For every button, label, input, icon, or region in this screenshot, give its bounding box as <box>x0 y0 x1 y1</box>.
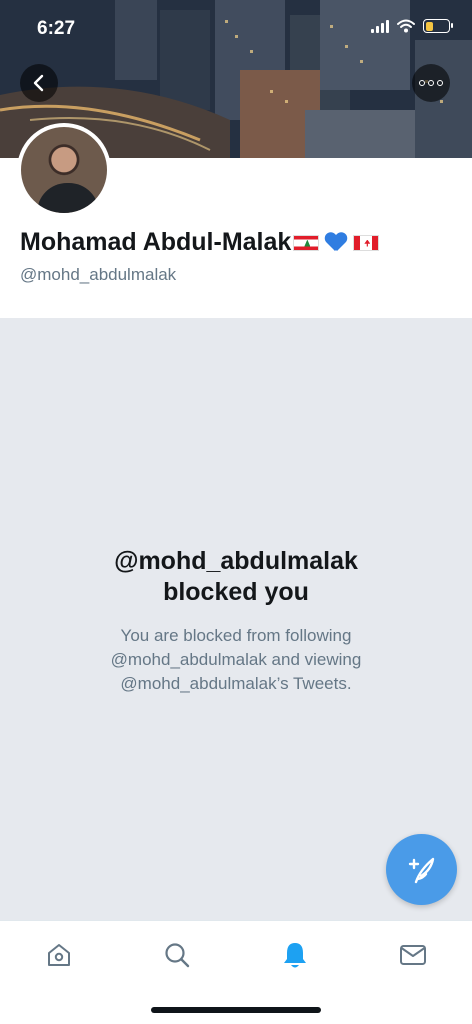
name-emoji-group <box>293 233 380 253</box>
blocked-message-line: @mohd_abdulmalak’s Tweets. <box>120 674 352 693</box>
tab-notifications[interactable] <box>275 935 315 975</box>
blocked-notice-area <box>0 318 472 920</box>
blocked-title-text: blocked you <box>163 578 309 606</box>
blocked-title: @mohd_abdulmalak blocked you <box>0 546 472 608</box>
compose-tweet-button[interactable] <box>386 834 457 905</box>
status-time: 6:27 <box>37 18 76 39</box>
profile-name: Mohamad Abdul-Malak <box>20 228 380 257</box>
canada-flag-icon <box>353 234 380 251</box>
home-icon <box>48 944 70 966</box>
avatar-figure <box>37 183 99 213</box>
status-bar: 6:27 <box>0 0 472 56</box>
compose-tweet-icon <box>408 857 434 883</box>
lebanon-flag-icon <box>293 234 320 251</box>
more-dots-icon <box>419 80 443 86</box>
profile-handle: @mohd_abdulmalak <box>20 265 177 284</box>
chevron-left-icon <box>33 74 44 92</box>
profile-name-text: Mohamad Abdul-Malak <box>20 228 292 256</box>
tab-search[interactable] <box>157 935 197 975</box>
profile-avatar[interactable] <box>17 123 111 217</box>
blocked-title-handle: @mohd_abdulmalak <box>114 547 358 575</box>
blocked-message-line: You are blocked from following <box>120 626 352 645</box>
tab-messages[interactable] <box>393 935 433 975</box>
home-indicator[interactable] <box>151 1007 321 1013</box>
battery-level <box>425 21 434 31</box>
mail-icon <box>400 945 426 965</box>
blocked-message: You are blocked from following @mohd_abd… <box>60 624 412 696</box>
cellular-signal-icon <box>371 19 389 33</box>
tab-home[interactable] <box>39 935 79 975</box>
bottom-tab-bar <box>0 920 472 1024</box>
bell-icon <box>284 943 306 968</box>
wifi-icon <box>397 19 415 33</box>
search-icon <box>165 943 190 968</box>
blue-heart-icon <box>325 233 347 253</box>
back-button[interactable] <box>20 64 58 102</box>
status-icons <box>371 19 453 33</box>
battery-icon <box>423 19 453 33</box>
blocked-message-line: @mohd_abdulmalak and viewing <box>110 650 362 669</box>
more-options-button[interactable] <box>412 64 450 102</box>
